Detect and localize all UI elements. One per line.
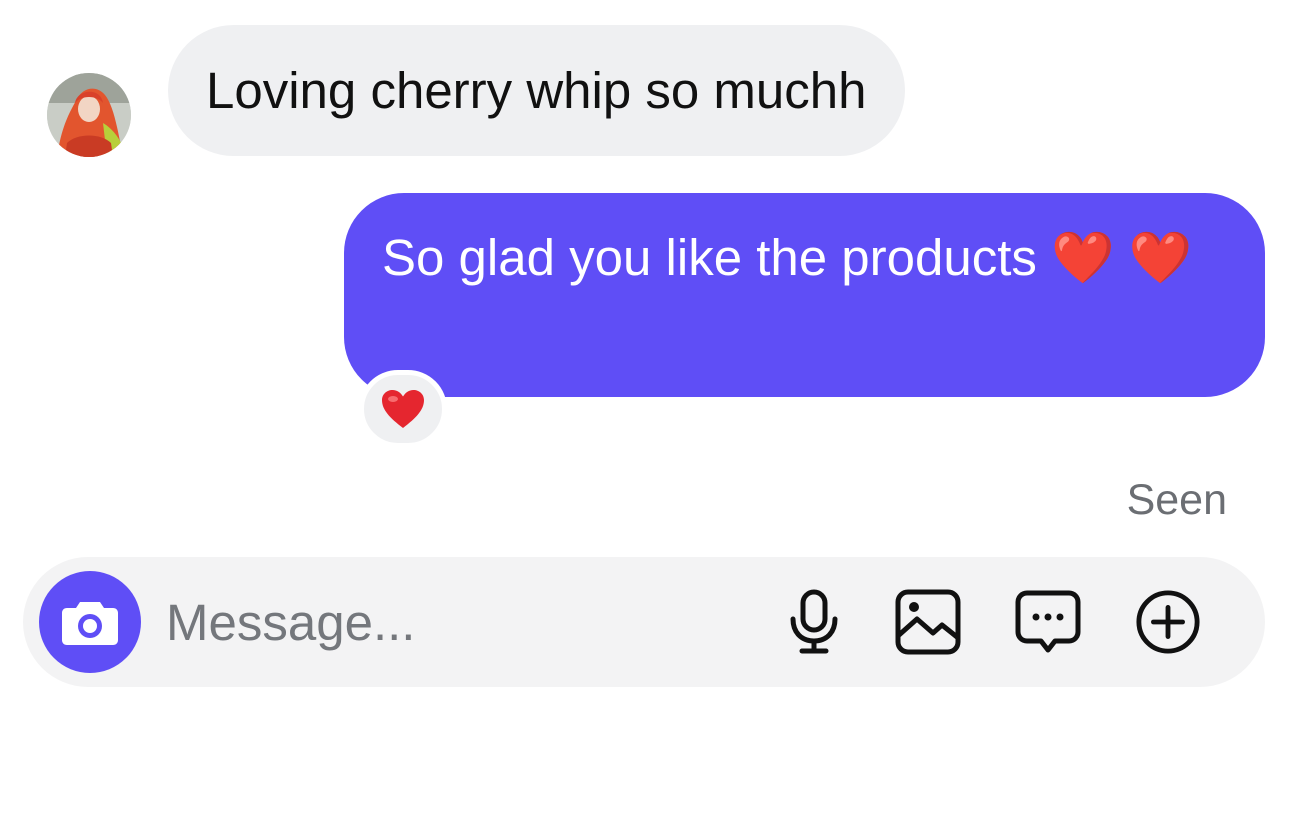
incoming-message-text: Loving cherry whip so muchh: [206, 62, 867, 119]
plus-circle-icon: [1136, 590, 1200, 654]
microphone-button[interactable]: [781, 589, 847, 655]
microphone-icon: [790, 589, 838, 654]
outgoing-message-bubble[interactable]: So glad you like the products ❤️ ❤️: [344, 193, 1265, 397]
camera-icon: [62, 602, 118, 645]
seen-status: Seen: [1126, 476, 1227, 524]
profile-photo-icon: [47, 73, 131, 157]
reaction-badge[interactable]: [359, 370, 447, 448]
message-input[interactable]: [166, 587, 726, 657]
image-button[interactable]: [895, 589, 961, 655]
sticker-chat-icon: [1015, 590, 1081, 653]
incoming-message-bubble[interactable]: Loving cherry whip so muchh: [168, 25, 905, 156]
outgoing-message-text: So glad you like the products ❤️ ❤️: [382, 229, 1193, 286]
message-composer: [23, 557, 1265, 687]
image-icon: [895, 589, 961, 655]
chat-screen: Loving cherry whip so muchh So glad you …: [0, 0, 1289, 813]
add-button[interactable]: [1135, 589, 1201, 655]
camera-button[interactable]: [39, 571, 141, 673]
heart-icon: [382, 390, 424, 428]
avatar[interactable]: [47, 73, 131, 157]
sticker-chat-button[interactable]: [1015, 589, 1081, 655]
